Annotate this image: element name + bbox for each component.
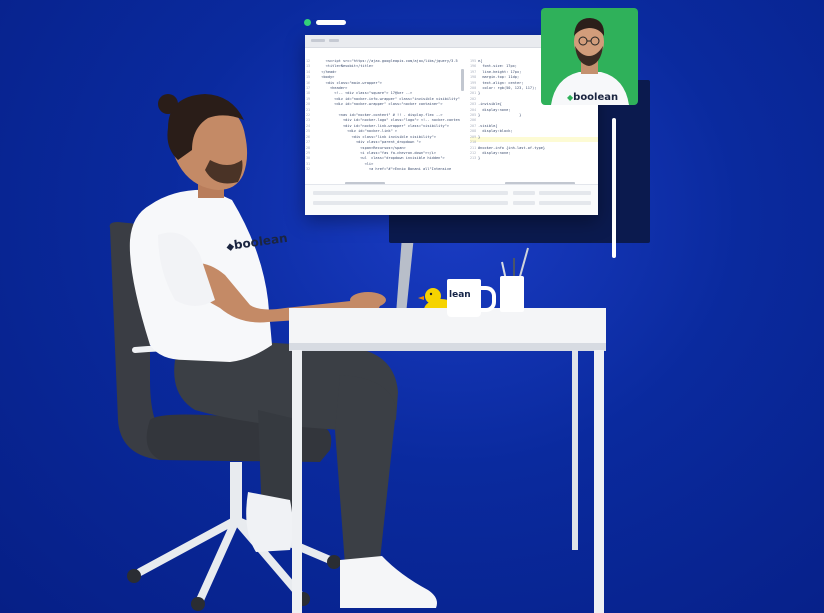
- line-number: 213: [470, 156, 477, 161]
- accent-line: [612, 118, 616, 258]
- chair-stem: [230, 462, 242, 520]
- line-numbers: 195 196 197 198 199 200 201 202 203 204 205 206 207 2…: [470, 59, 478, 162]
- webcam-logo: ◆boolean: [567, 92, 619, 103]
- desk-leg-front-left: [292, 350, 302, 613]
- instructor-avatar: [551, 18, 629, 105]
- code-line[interactable]: <a href="#">Ennio Bonani all"Intensive: [317, 167, 460, 172]
- footer-bar: [313, 191, 508, 195]
- css-code[interactable]: e{ font-size: 17px; line-height: 17px; m…: [478, 59, 545, 162]
- footer-bar: [513, 191, 535, 195]
- code-line[interactable]: }: [478, 156, 545, 161]
- editor-footer: [305, 184, 598, 215]
- shoe-left: [246, 492, 293, 552]
- desk-edge: [289, 343, 606, 351]
- footer-bar: [539, 191, 591, 195]
- desk-leg-back-right: [572, 350, 578, 550]
- hand: [350, 292, 386, 308]
- line-number: 32: [306, 167, 311, 172]
- shoe-right: [340, 556, 437, 608]
- mug-logo-text: lean: [449, 290, 471, 300]
- status-pill: [316, 20, 346, 25]
- footer-bar: [313, 201, 508, 205]
- html-pane[interactable]: 12 13 14 15 16 17 18 19 20 21 22 23 24 25 26 27 28 29 30 31…: [305, 55, 460, 180]
- code-line[interactable]: <div id="nocker-wrapper" class="nocker c…: [317, 102, 460, 107]
- line-numbers: 12 13 14 15 16 17 18 19 20 21 22 23 24 25 26 27 28 29 30 31…: [306, 59, 314, 173]
- rubber-duck-head: [425, 288, 441, 304]
- code-line[interactable]: <ul class="dropdown invisible hidden">: [317, 156, 460, 161]
- laptop-screen: [396, 236, 414, 314]
- editor-tab[interactable]: [329, 39, 339, 42]
- vertical-scrollbar[interactable]: [461, 69, 464, 91]
- editor-tab[interactable]: [311, 39, 325, 42]
- mug-handle: [478, 286, 496, 312]
- status-dot: [304, 19, 311, 26]
- html-code[interactable]: <script src="https://ajax.googleapis.com…: [317, 59, 460, 173]
- footer-bar: [513, 201, 535, 205]
- pen-cup: [500, 276, 524, 312]
- code-line[interactable]: color: rgb(50, 123, 117);: [478, 86, 545, 91]
- footer-bar: [539, 201, 591, 205]
- desk-leg-front-right: [594, 350, 604, 613]
- webcam-tile: ◆boolean: [541, 8, 638, 105]
